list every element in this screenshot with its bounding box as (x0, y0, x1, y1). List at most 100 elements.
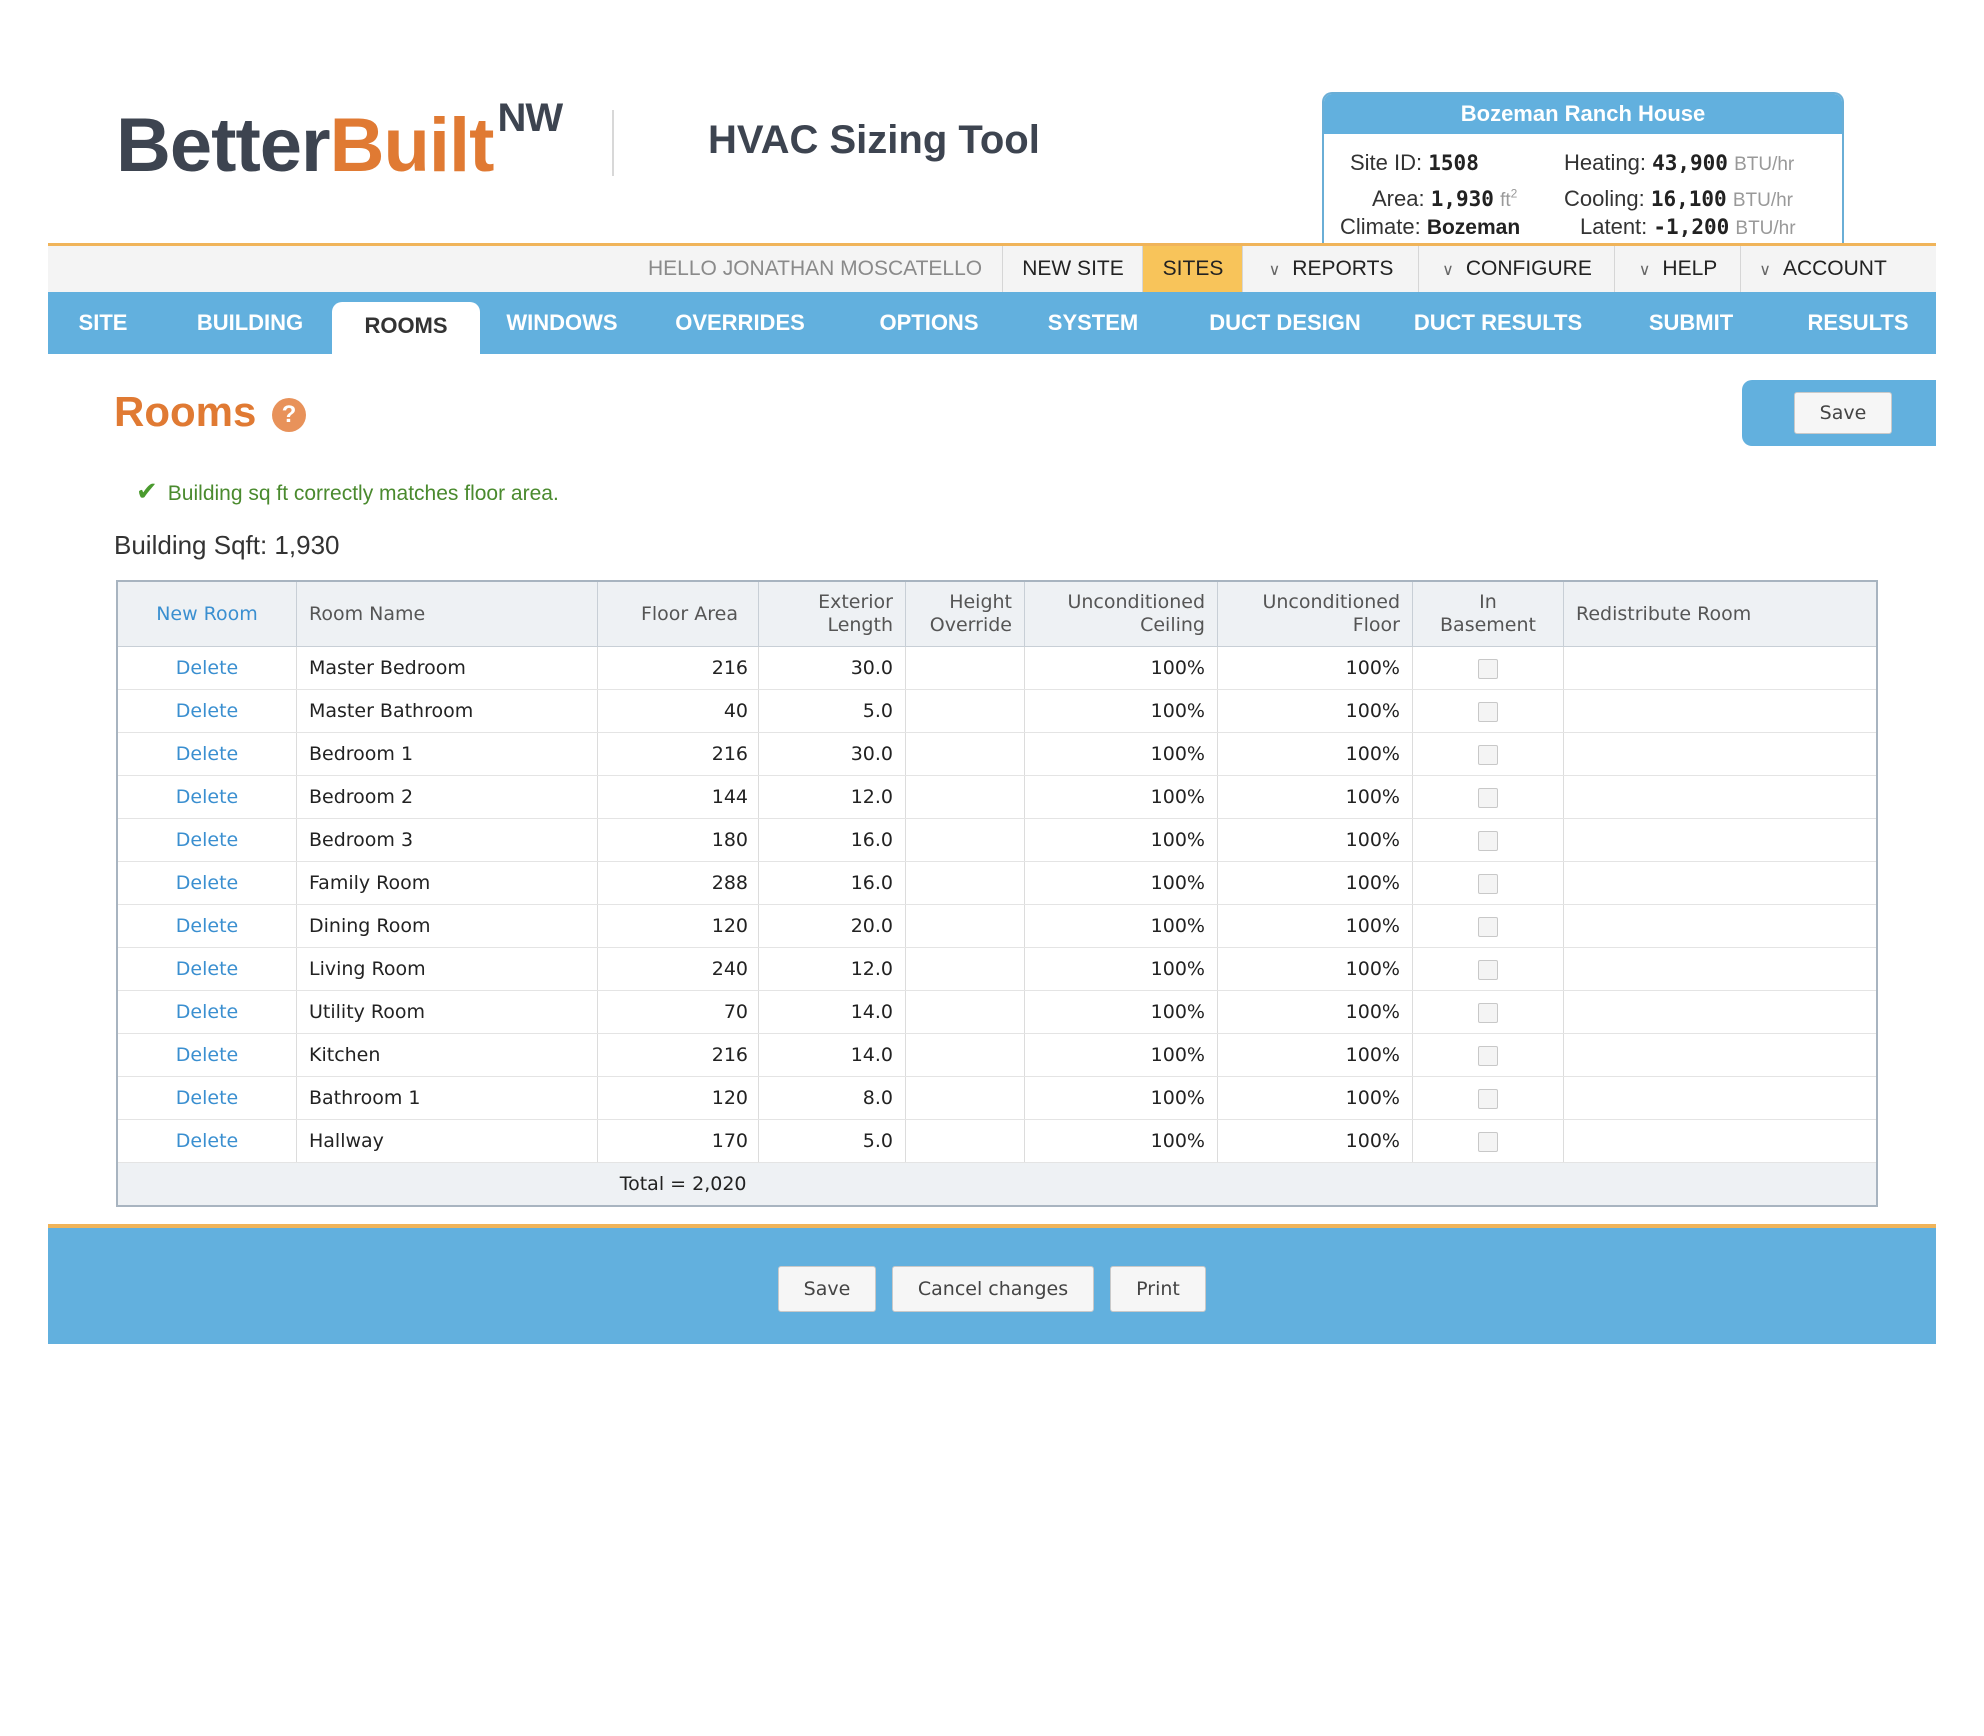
redistribute-room-cell[interactable] (1563, 1033, 1878, 1077)
room-name-cell[interactable]: Hallway (296, 1119, 598, 1163)
unconditioned-floor-cell[interactable]: 100% (1217, 1119, 1413, 1163)
floor-area-cell[interactable]: 216 (597, 646, 759, 690)
new-room-link[interactable]: New Room (116, 580, 297, 647)
unconditioned-floor-cell[interactable]: 100% (1217, 689, 1413, 733)
unconditioned-floor-cell[interactable]: 100% (1217, 646, 1413, 690)
redistribute-room-cell[interactable] (1563, 646, 1878, 690)
floor-area-cell[interactable]: 40 (597, 689, 759, 733)
room-name-cell[interactable]: Dining Room (296, 904, 598, 948)
unconditioned-floor-cell[interactable]: 100% (1217, 818, 1413, 862)
delete-link[interactable]: Delete (176, 958, 238, 980)
exterior-length-cell[interactable]: 16.0 (758, 818, 906, 862)
delete-link[interactable]: Delete (176, 657, 238, 679)
height-override-cell[interactable] (905, 947, 1025, 991)
exterior-length-cell[interactable]: 30.0 (758, 732, 906, 776)
unconditioned-ceiling-cell[interactable]: 100% (1024, 1076, 1218, 1120)
unconditioned-floor-cell[interactable]: 100% (1217, 1076, 1413, 1120)
exterior-length-cell[interactable]: 14.0 (758, 990, 906, 1034)
unconditioned-floor-cell[interactable]: 100% (1217, 904, 1413, 948)
room-name-cell[interactable]: Bedroom 1 (296, 732, 598, 776)
new-site-link[interactable]: NEW SITE (1002, 246, 1143, 292)
tab-duct-design[interactable]: DUCT DESIGN (1182, 292, 1388, 354)
in-basement-checkbox[interactable] (1478, 1045, 1498, 1066)
exterior-length-cell[interactable]: 12.0 (758, 775, 906, 819)
redistribute-room-cell[interactable] (1563, 1076, 1878, 1120)
delete-link[interactable]: Delete (117, 775, 297, 819)
unconditioned-ceiling-cell[interactable]: 100% (1024, 732, 1218, 776)
height-override-cell[interactable] (905, 861, 1025, 905)
unconditioned-floor-cell[interactable]: 100% (1217, 775, 1413, 819)
height-override-cell[interactable] (905, 646, 1025, 690)
tab-results[interactable]: RESULTS (1788, 292, 1928, 354)
delete-link[interactable]: Delete (176, 915, 238, 937)
exterior-length-cell[interactable]: 14.0 (758, 1033, 906, 1077)
exterior-length-cell[interactable]: 8.0 (758, 1076, 906, 1120)
delete-link[interactable]: Delete (176, 743, 238, 765)
room-name-cell[interactable]: Bathroom 1 (296, 1076, 598, 1120)
help-icon[interactable]: ? (272, 398, 306, 432)
save-button-top[interactable]: Save (1794, 392, 1892, 434)
room-name-cell[interactable]: Master Bathroom (296, 689, 598, 733)
configure-menu[interactable]: ∨ CONFIGURE (1418, 246, 1615, 292)
in-basement-checkbox[interactable] (1478, 1002, 1498, 1023)
height-override-cell[interactable] (905, 1119, 1025, 1163)
redistribute-room-cell[interactable] (1563, 732, 1878, 776)
in-basement-checkbox[interactable] (1478, 1131, 1498, 1152)
height-override-cell[interactable] (905, 1076, 1025, 1120)
height-override-cell[interactable] (905, 990, 1025, 1034)
floor-area-cell[interactable]: 180 (597, 818, 759, 862)
tab-system[interactable]: SYSTEM (1024, 292, 1162, 354)
unconditioned-ceiling-cell[interactable]: 100% (1024, 947, 1218, 991)
unconditioned-ceiling-cell[interactable]: 100% (1024, 990, 1218, 1034)
delete-link[interactable]: Delete (176, 1001, 238, 1023)
delete-link[interactable]: Delete (117, 689, 297, 733)
floor-area-cell[interactable]: 170 (597, 1119, 759, 1163)
reports-menu[interactable]: ∨ REPORTS (1242, 246, 1419, 292)
height-override-cell[interactable] (905, 1033, 1025, 1077)
room-name-cell[interactable]: Family Room (296, 861, 598, 905)
redistribute-room-cell[interactable] (1563, 775, 1878, 819)
save-button[interactable]: Save (778, 1266, 876, 1312)
room-name-cell[interactable]: Master Bedroom (296, 646, 598, 690)
in-basement-checkbox[interactable] (1478, 787, 1498, 808)
floor-area-cell[interactable]: 120 (597, 1076, 759, 1120)
unconditioned-ceiling-cell[interactable]: 100% (1024, 1119, 1218, 1163)
tab-duct-results[interactable]: DUCT RESULTS (1396, 292, 1600, 354)
delete-link[interactable]: Delete (176, 872, 238, 894)
unconditioned-ceiling-cell[interactable]: 100% (1024, 775, 1218, 819)
redistribute-room-cell[interactable] (1563, 818, 1878, 862)
floor-area-cell[interactable]: 70 (597, 990, 759, 1034)
room-name-cell[interactable]: Utility Room (296, 990, 598, 1034)
in-basement-checkbox[interactable] (1478, 744, 1498, 765)
height-override-cell[interactable] (905, 775, 1025, 819)
in-basement-checkbox[interactable] (1478, 1088, 1498, 1109)
exterior-length-cell[interactable]: 30.0 (758, 646, 906, 690)
room-name-cell[interactable]: Bedroom 2 (296, 775, 598, 819)
floor-area-cell[interactable]: 216 (597, 1033, 759, 1077)
help-menu[interactable]: ∨ HELP (1614, 246, 1741, 292)
delete-link[interactable]: Delete (117, 904, 297, 948)
tab-options[interactable]: OPTIONS (862, 292, 996, 354)
unconditioned-floor-cell[interactable]: 100% (1217, 1033, 1413, 1077)
tab-building[interactable]: BUILDING (180, 292, 320, 354)
floor-area-cell[interactable]: 120 (597, 904, 759, 948)
tab-site[interactable]: SITE (62, 292, 144, 354)
in-basement-checkbox[interactable] (1478, 916, 1498, 937)
unconditioned-ceiling-cell[interactable]: 100% (1024, 689, 1218, 733)
delete-link[interactable]: Delete (117, 1076, 297, 1120)
unconditioned-ceiling-cell[interactable]: 100% (1024, 818, 1218, 862)
exterior-length-cell[interactable]: 12.0 (758, 947, 906, 991)
in-basement-checkbox[interactable] (1478, 959, 1498, 980)
redistribute-room-cell[interactable] (1563, 861, 1878, 905)
in-basement-checkbox[interactable] (1478, 701, 1498, 722)
print-button[interactable]: Print (1110, 1266, 1206, 1312)
room-name-cell[interactable]: Living Room (296, 947, 598, 991)
unconditioned-floor-cell[interactable]: 100% (1217, 947, 1413, 991)
unconditioned-ceiling-cell[interactable]: 100% (1024, 904, 1218, 948)
redistribute-room-cell[interactable] (1563, 990, 1878, 1034)
floor-area-cell[interactable]: 288 (597, 861, 759, 905)
account-menu[interactable]: ∨ ACCOUNT (1740, 246, 1905, 292)
delete-link[interactable]: Delete (117, 818, 297, 862)
tab-windows[interactable]: WINDOWS (496, 292, 628, 354)
delete-link[interactable]: Delete (117, 990, 297, 1034)
